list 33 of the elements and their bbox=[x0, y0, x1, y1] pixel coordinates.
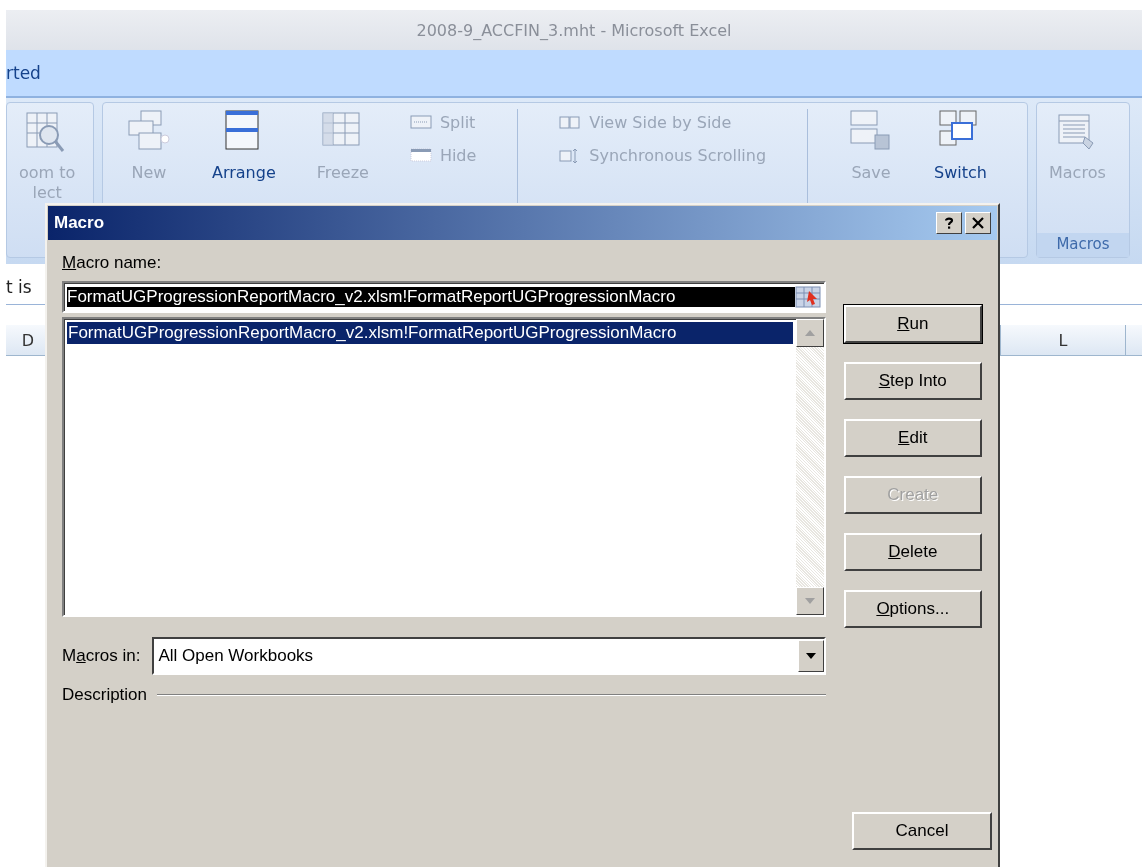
hide-window-icon bbox=[409, 147, 432, 164]
cell-text: t is bbox=[6, 277, 32, 297]
dialog-button[interactable]: Step Into bbox=[843, 362, 982, 400]
dialog-button[interactable]: Options... bbox=[843, 590, 982, 628]
group-label: Macros bbox=[1037, 233, 1129, 257]
close-icon bbox=[971, 216, 985, 230]
close-button[interactable] bbox=[965, 212, 991, 234]
down-arrow-icon bbox=[803, 597, 816, 605]
dialog-title: Macro bbox=[54, 213, 106, 233]
ribbon-tab[interactable]: rted bbox=[6, 63, 41, 83]
macro-list-item[interactable]: FormatUGProgressionReportMacro_v2.xlsm!FormatReportUGProgressionMacro bbox=[67, 322, 793, 344]
scrollbar[interactable] bbox=[795, 319, 824, 615]
split-icon bbox=[409, 114, 432, 131]
dropdown-arrow-icon bbox=[804, 652, 817, 660]
new-window-icon bbox=[127, 109, 171, 153]
macros-in-label: Macros in: bbox=[62, 646, 141, 666]
macro-name-field[interactable]: FormatUGProgressionReportMacro_v2.xlsm!FormatReportUGProgressionMacro bbox=[62, 281, 826, 313]
picker-icon bbox=[794, 285, 821, 309]
cancel-button[interactable]: Cancel bbox=[852, 812, 992, 850]
window-title: 2008-9_ACCFIN_3.mht - Microsoft Excel bbox=[416, 20, 732, 40]
up-arrow-icon bbox=[803, 329, 816, 337]
dialog-button[interactable]: Edit bbox=[843, 419, 982, 457]
help-icon bbox=[942, 216, 956, 230]
macro-list[interactable]: FormatUGProgressionReportMacro_v2.xlsm!FormatReportUGProgressionMacro bbox=[62, 317, 826, 617]
dialog-button[interactable]: Delete bbox=[843, 533, 982, 571]
macros-in-dropdown[interactable]: All Open Workbooks bbox=[152, 637, 826, 675]
macro-name-label: Macro name: bbox=[62, 253, 163, 273]
dialog-button[interactable]: Run bbox=[843, 305, 982, 343]
ribbon-button[interactable]: Arrange bbox=[211, 109, 276, 183]
ribbon-button[interactable]: Switch bbox=[934, 109, 987, 183]
description-label: Description bbox=[62, 685, 148, 705]
help-button[interactable] bbox=[936, 212, 962, 234]
side-by-side-icon bbox=[559, 114, 582, 131]
